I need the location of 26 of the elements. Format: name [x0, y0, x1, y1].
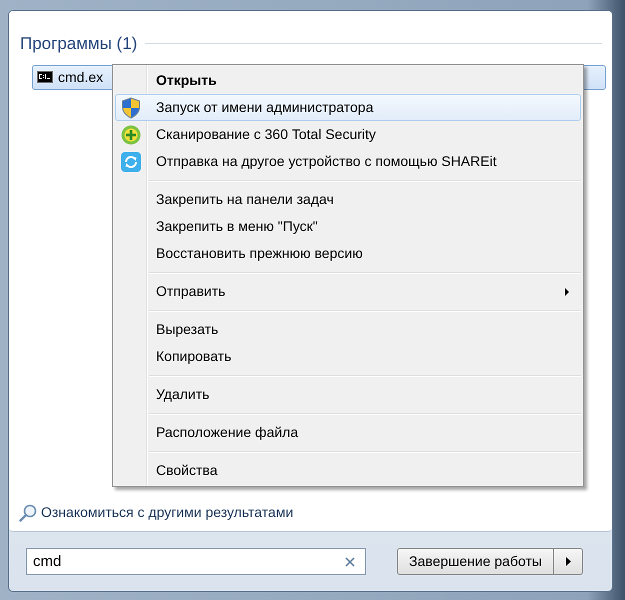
menu-item[interactable]: Сканирование с 360 Total Security — [115, 121, 581, 148]
menu-item[interactable]: Расположение файла — [115, 419, 581, 446]
menu-item[interactable]: Открыть — [115, 67, 581, 94]
more-results-link[interactable]: Ознакомиться с другими результатами — [41, 502, 294, 523]
menu-item[interactable]: Закрепить на панели задач — [115, 186, 581, 213]
search-field[interactable]: cmd — [26, 548, 366, 575]
menu-item[interactable]: Отправка на другое устройство с помощью SHAREit — [115, 148, 581, 175]
program-name: cmd.ex — [58, 68, 104, 86]
menu-item[interactable]: Запуск от имени администратора — [115, 94, 581, 121]
caret-right-icon — [566, 557, 570, 566]
console-icon — [37, 71, 53, 83]
close-icon[interactable] — [345, 557, 355, 567]
menu-item[interactable]: Свойства — [115, 457, 581, 484]
shutdown-options-button[interactable] — [554, 548, 583, 575]
sync-tile-icon — [121, 152, 141, 172]
search-icon — [19, 504, 37, 522]
menu-item[interactable]: Отправить — [115, 278, 581, 305]
menu-item[interactable]: Вырезать — [115, 316, 581, 343]
shutdown-button[interactable]: Завершение работы — [397, 548, 554, 575]
menu-item[interactable]: Удалить — [115, 381, 581, 408]
section-heading: Программы (1) — [20, 33, 138, 55]
menu-item[interactable]: Закрепить в меню "Пуск" — [115, 213, 581, 240]
menu-item[interactable]: Восстановить прежнюю версию — [115, 240, 581, 267]
plus-circle-icon — [121, 124, 141, 144]
shield-icon — [121, 96, 141, 118]
menu-item[interactable]: Копировать — [115, 343, 581, 370]
